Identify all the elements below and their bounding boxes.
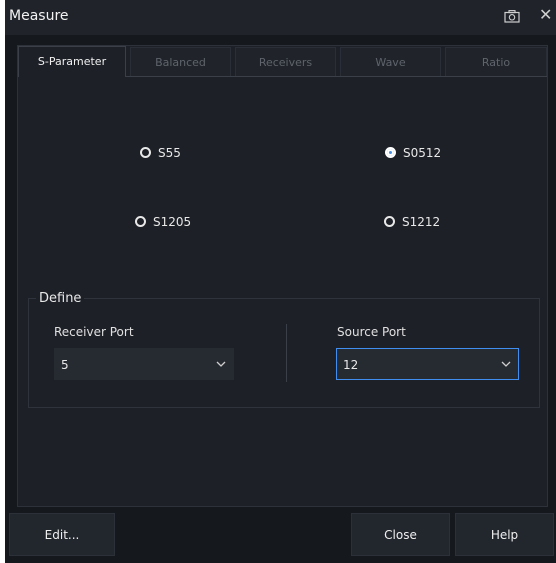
source-port-label: Source Port bbox=[337, 325, 406, 339]
tab-wave[interactable]: Wave bbox=[340, 47, 441, 76]
close-button[interactable]: Close bbox=[351, 513, 450, 556]
radio-circle bbox=[135, 216, 146, 227]
radio-label: S1212 bbox=[402, 215, 441, 229]
radio-circle bbox=[385, 147, 396, 158]
receiver-port-label: Receiver Port bbox=[54, 325, 134, 339]
title-bar: Measure ✕ bbox=[5, 0, 556, 35]
radio-label: S0512 bbox=[403, 146, 442, 160]
tab-underline bbox=[125, 76, 547, 77]
radio-circle bbox=[384, 216, 395, 227]
close-icon[interactable]: ✕ bbox=[539, 7, 553, 23]
define-divider bbox=[286, 324, 287, 382]
tab-balanced[interactable]: Balanced bbox=[130, 47, 231, 76]
tab-bar: S-Parameter Balanced Receivers Wave Rati… bbox=[18, 46, 547, 77]
measure-dialog: Measure ✕ S-Parameter Balanced Receivers… bbox=[5, 0, 556, 563]
measure-panel: S-Parameter Balanced Receivers Wave Rati… bbox=[17, 45, 548, 507]
chevron-down-icon bbox=[216, 361, 226, 367]
radio-circle bbox=[140, 147, 151, 158]
receiver-port-value: 5 bbox=[61, 358, 69, 372]
source-port-value: 12 bbox=[343, 358, 359, 372]
camera-icon[interactable] bbox=[504, 10, 520, 23]
define-title: Define bbox=[36, 291, 85, 306]
receiver-port-select[interactable]: 5 bbox=[54, 348, 234, 380]
help-button[interactable]: Help bbox=[455, 513, 554, 556]
edit-button[interactable]: Edit... bbox=[9, 513, 115, 556]
tab-receivers[interactable]: Receivers bbox=[235, 47, 336, 76]
tab-ratio[interactable]: Ratio bbox=[445, 47, 547, 76]
chevron-down-icon bbox=[501, 361, 511, 367]
radio-label: S55 bbox=[158, 146, 181, 160]
window-title: Measure bbox=[9, 8, 69, 24]
tab-s-parameter[interactable]: S-Parameter bbox=[18, 46, 126, 77]
radio-label: S1205 bbox=[153, 215, 192, 229]
source-port-select[interactable]: 12 bbox=[336, 348, 519, 380]
